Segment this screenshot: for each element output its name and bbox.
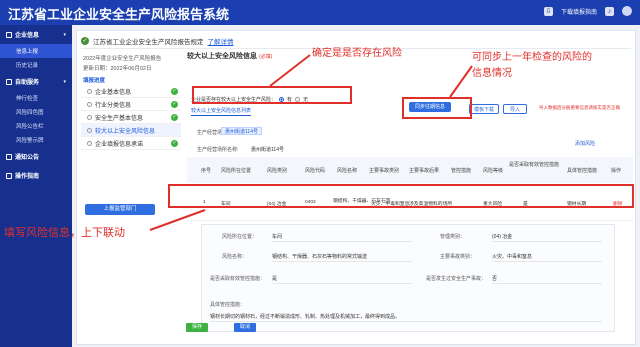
step-safety[interactable]: 安全生产基本信息 ✓: [81, 111, 181, 124]
folder-icon: [6, 31, 12, 38]
col-consequence: 主要事故后果: [409, 168, 440, 174]
update-date: 更新日期：2022年06月02日: [83, 66, 152, 72]
sidebar-item-check[interactable]: 伸行检查: [0, 91, 72, 105]
step-commit[interactable]: 企业填报信息承诺 ✓: [81, 137, 181, 150]
eff-field[interactable]: 是: [272, 275, 412, 284]
annotation-fill: 填写风险信息，上下联动: [4, 227, 125, 239]
required-tag: (必填): [258, 54, 273, 60]
submit-button[interactable]: 上报监管部门: [85, 204, 155, 215]
col-code: 风险代码: [305, 168, 326, 174]
template-download-button[interactable]: 模板下载: [469, 104, 499, 114]
sidebar-group-self-service[interactable]: 自助服务 ▾: [0, 72, 72, 91]
annotation-sync-2: 信息情况: [472, 68, 512, 79]
highlight-sync-button: [402, 97, 472, 119]
cat-field[interactable]: (04) 冶金: [492, 233, 602, 242]
cancel-button[interactable]: 取消: [234, 323, 256, 332]
table-header: 序号 风险所在位置 风险类别 风险代码 风险名称 主要事故类别 主要事故后果 管…: [187, 157, 633, 183]
download-guide-link[interactable]: 下载填报指南: [561, 7, 597, 16]
sidebar-item-risk-sign[interactable]: 风险警示牌: [0, 133, 72, 147]
report-title: 2022年度企业安全生产风险报告: [83, 56, 162, 62]
progress-panel: 2022年度企业安全生产风险报告 更新日期：2022年06月02日 填报进度 企…: [81, 53, 181, 343]
col-no: 序号: [201, 168, 212, 174]
sidebar-item-risk-board[interactable]: 风险公告栏: [0, 119, 72, 133]
col-accident: 主要事故类别: [369, 168, 400, 174]
loc-field[interactable]: 车间: [272, 233, 412, 242]
name-field[interactable]: 钢结构、干燥器、石灰石等物料的常式输送: [272, 253, 412, 262]
grid-icon: [6, 78, 12, 85]
import-button[interactable]: 导入: [503, 104, 527, 114]
annotation-risk: 确定是是否存在风险: [312, 48, 402, 59]
step-dot-icon: [87, 101, 92, 107]
check-icon: ✓: [81, 37, 89, 45]
check-icon: ✓: [171, 87, 178, 95]
tab-risk-list[interactable]: 较大以上安全风险信息列表: [191, 107, 252, 116]
sidebar-group-notice[interactable]: 通知公告: [0, 147, 72, 166]
name-label: 风险名称：: [222, 254, 248, 260]
col-level: 风险等级: [483, 168, 504, 174]
section-title: 较大以上安全风险信息 (必填): [187, 53, 273, 60]
col-location: 风险所在位置: [221, 168, 252, 174]
save-button[interactable]: 保存: [186, 323, 208, 332]
banner-text: 江苏省工业企业安全生产风险报告规定: [93, 39, 204, 46]
check-icon: ✓: [171, 139, 178, 147]
regulator-pill[interactable]: 惠州街道114号: [221, 127, 262, 135]
step-industry[interactable]: 行业分类信息 ✓: [81, 98, 181, 111]
add-risk-button[interactable]: 添加风险: [575, 140, 595, 147]
col-name: 风险名称: [337, 168, 358, 174]
high-field[interactable]: 否: [492, 275, 602, 284]
sidebar-group-enterprise[interactable]: 企业信息 ▾: [0, 25, 72, 44]
import-hint: 导入数据后分册重要信息请核实是否正确: [539, 105, 620, 110]
site-value: 惠州街道114号: [251, 147, 284, 153]
col-effective: 是否采取有效管控措施: [509, 162, 560, 168]
chevron-down-icon: ▾: [63, 31, 66, 38]
step-risk[interactable]: 较大以上安全风险信息: [81, 124, 181, 137]
risk-detail-form: 风险所在位置： 车间 管理类别： (04) 冶金 风险名称： 钢结构、干燥器、石…: [201, 224, 615, 332]
step-dot-icon: [87, 114, 92, 120]
app-title: 江苏省工业企业安全生产风险报告系统: [8, 7, 230, 22]
annotation-sync-1: 可同步上一年检查的风险的: [472, 52, 592, 63]
acc-label: 主要事故类别：: [440, 254, 476, 260]
step-dot-icon: [87, 140, 92, 146]
chevron-down-icon: ▾: [63, 78, 66, 85]
bell-icon: [6, 153, 12, 160]
top-header: 江苏省工业企业安全生产风险报告系统 ⇩ 下载填报指南 ♪: [0, 0, 640, 25]
col-category: 风险类别: [267, 168, 288, 174]
acc-field[interactable]: 火灾、中毒和窒息: [492, 253, 602, 262]
highlight-table-row: [168, 184, 634, 208]
step-dot-icon: [87, 88, 92, 94]
header-actions: ⇩ 下载填报指南 ♪: [543, 6, 632, 16]
high-label: 是否发生过安全生产事故：: [426, 276, 487, 282]
download-icon[interactable]: ⇩: [543, 6, 553, 16]
avatar[interactable]: [622, 6, 632, 16]
loc-label: 风险所在位置：: [222, 234, 258, 240]
meas-label: 具体管控措施：: [210, 302, 246, 308]
step-dot-icon: [87, 127, 92, 133]
col-measure: 具体管控措施: [567, 168, 598, 174]
sidebar-item-report[interactable]: 信息上报: [0, 44, 72, 58]
cat-label: 管理类别：: [440, 234, 466, 240]
sidebar-item-risk-map[interactable]: 风险四色图: [0, 105, 72, 119]
banner-link[interactable]: 了解详情: [208, 36, 234, 46]
col-op: 操作: [611, 168, 622, 174]
bell-icon[interactable]: ♪: [605, 6, 614, 16]
site-label: 生产经营场所名称:: [197, 147, 239, 153]
sidebar-group-guide[interactable]: 操作指南: [0, 166, 72, 185]
progress-title: 填报进度: [83, 78, 106, 84]
sidebar: 企业信息 ▾ 信息上报 历史记录 自助服务 ▾ 伸行检查 风险四色图 风险公告栏 风…: [0, 25, 72, 347]
eff-label: 是否采取有效管控措施：: [210, 276, 266, 282]
sidebar-item-history[interactable]: 历史记录: [0, 58, 72, 72]
step-basic[interactable]: 企业基本信息 ✓: [81, 85, 181, 98]
book-icon: [6, 172, 12, 179]
highlight-risk-question: [192, 86, 352, 104]
col-control: 管控措施: [451, 168, 472, 174]
check-icon: ✓: [171, 113, 178, 121]
meas-field[interactable]: 钢材长期切的钢材石，经过不断锻造成形、轧制、热处理及机械加工，最终得到成品。: [210, 313, 602, 322]
check-icon: ✓: [171, 100, 178, 108]
